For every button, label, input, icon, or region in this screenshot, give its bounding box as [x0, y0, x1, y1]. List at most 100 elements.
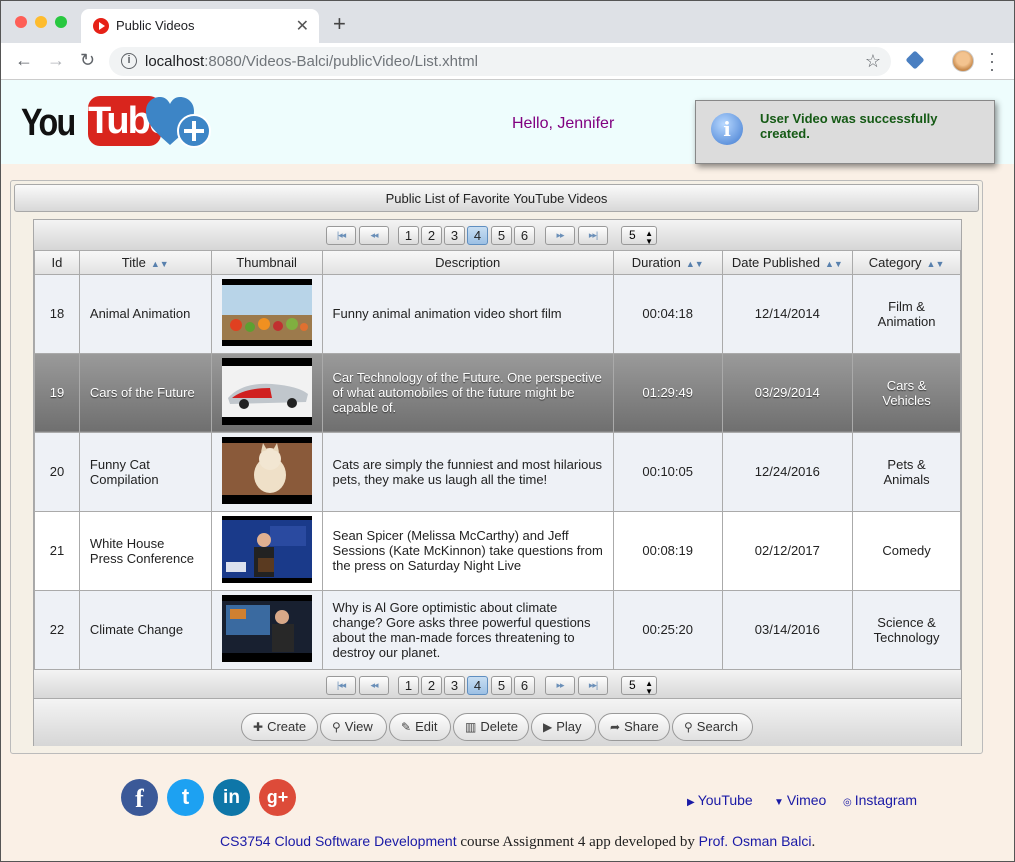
cell-thumbnail — [210, 510, 323, 591]
first-page-button[interactable]: |◂◂ — [326, 676, 356, 695]
linkedin-icon[interactable]: in — [213, 779, 250, 816]
cell-title: Cars of the Future — [78, 352, 212, 433]
cell-id: 21 — [34, 510, 80, 591]
cell-category: Comedy — [852, 510, 961, 591]
close-window-button[interactable] — [15, 16, 27, 28]
site-info-icon[interactable]: i — [121, 53, 137, 69]
delete-button[interactable]: ▥ Delete — [453, 713, 529, 741]
edit-button[interactable]: ✎ Edit — [389, 713, 451, 741]
cell-category: Film & Animation — [852, 273, 961, 354]
page-button[interactable]: 5 — [491, 226, 512, 245]
page-button[interactable]: 3 — [444, 226, 465, 245]
page-button-active[interactable]: 4 — [467, 676, 488, 695]
youtube-link[interactable]: ▶ YouTube — [687, 792, 753, 808]
browser-menu-icon[interactable]: · · · — [989, 44, 995, 78]
column-header-id[interactable]: Id — [34, 251, 80, 275]
cell-title: White House Press Conference — [78, 510, 212, 591]
funny-cat-thumbnail[interactable] — [221, 436, 312, 504]
play-button[interactable]: ▶ Play — [531, 713, 596, 741]
next-page-button[interactable]: ▸▸ — [545, 676, 575, 695]
instagram-icon: ◎ — [843, 797, 852, 808]
prev-page-button[interactable]: ◂◂ — [359, 226, 389, 245]
greeting-text: Hello, Jennifer — [512, 115, 615, 132]
back-arrow-icon[interactable]: ← — [15, 50, 33, 71]
paginator-bottom: |◂◂ ◂◂ 1 2 3 4 5 6 ▸▸ ▸▸| 5 ▲ ▼ — [34, 669, 961, 700]
close-tab-icon[interactable]: ✕ — [296, 16, 309, 36]
cell-id: 18 — [34, 273, 80, 354]
page-button[interactable]: 6 — [514, 676, 535, 695]
page-button[interactable]: 2 — [421, 676, 442, 695]
bookmark-star-icon[interactable]: ☆ — [865, 51, 881, 72]
minimize-window-button[interactable] — [35, 16, 47, 28]
climate-change-thumbnail[interactable] — [221, 594, 312, 662]
column-header-thumbnail: Thumbnail — [210, 251, 323, 275]
table-row-selected[interactable]: 19 Cars of the Future Car Technology of … — [34, 352, 961, 433]
google-plus-icon[interactable]: g+ — [259, 779, 296, 816]
cars-future-thumbnail[interactable] — [221, 357, 312, 425]
cell-description: Why is Al Gore optimistic about climate … — [321, 589, 614, 670]
page-button[interactable]: 1 — [398, 226, 419, 245]
page-button[interactable]: 2 — [421, 226, 442, 245]
paginator-top: |◂◂ ◂◂ 1 2 3 4 5 6 ▸▸ ▸▸| 5 ▲ ▼ — [34, 220, 961, 251]
cell-category: Science & Technology — [852, 589, 961, 670]
rows-per-page-select[interactable]: 5 ▲ ▼ — [621, 676, 657, 696]
profile-avatar[interactable] — [952, 50, 974, 72]
address-bar[interactable]: i localhost:8080/Videos-Balci/publicVide… — [109, 47, 891, 76]
cell-description: Cats are simply the funniest and most hi… — [321, 431, 614, 512]
view-button[interactable]: ⚲ View — [320, 713, 387, 741]
column-header-date-published[interactable]: Date Published ▲▼ — [721, 251, 854, 275]
cell-thumbnail — [210, 431, 323, 512]
table-row[interactable]: 21 White House Press Conference Sean Spi… — [34, 510, 961, 591]
create-button[interactable]: ✚ Create — [241, 713, 318, 741]
cell-thumbnail — [210, 273, 323, 354]
first-page-button[interactable]: |◂◂ — [326, 226, 356, 245]
growl-notification[interactable]: i User Video was successfully created. — [695, 100, 995, 164]
cell-duration: 00:08:19 — [612, 510, 723, 591]
cell-title: Animal Animation — [78, 273, 212, 354]
page-button[interactable]: 3 — [444, 676, 465, 695]
new-tab-button[interactable]: + — [333, 11, 346, 37]
press-conference-thumbnail[interactable] — [221, 515, 312, 583]
last-page-button[interactable]: ▸▸| — [578, 226, 608, 245]
cell-duration: 01:29:49 — [612, 352, 723, 433]
page-button[interactable]: 1 — [398, 676, 419, 695]
last-page-button[interactable]: ▸▸| — [578, 676, 608, 695]
search-icon: ⚲ — [332, 720, 341, 734]
author-link[interactable]: Prof. Osman Balci — [699, 833, 812, 849]
zoom-window-button[interactable] — [55, 16, 67, 28]
search-button[interactable]: ⚲ Search — [672, 713, 753, 741]
favorite-heart-plus-icon — [146, 97, 211, 148]
forward-arrow-icon[interactable]: → — [47, 50, 65, 71]
table-row[interactable]: 22 Climate Change Why is Al Gore optimis… — [34, 589, 961, 670]
cell-duration: 00:10:05 — [612, 431, 723, 512]
plus-icon: ✚ — [253, 720, 264, 734]
prev-page-button[interactable]: ◂◂ — [359, 676, 389, 695]
extension-cube-icon[interactable] — [905, 50, 925, 70]
column-header-title[interactable]: Title ▲▼ — [78, 251, 212, 275]
instagram-link[interactable]: ◎ Instagram — [843, 792, 917, 808]
course-link[interactable]: CS3754 Cloud Software Development — [220, 833, 457, 849]
animal-animation-thumbnail[interactable] — [221, 278, 312, 346]
table-row[interactable]: 18 Animal Animation Funny animal animati… — [34, 273, 961, 354]
browser-toolbar: ← → ↻ i localhost:8080/Videos-Balci/publ… — [1, 43, 1014, 80]
page-button[interactable]: 6 — [514, 226, 535, 245]
panel-title: Public List of Favorite YouTube Videos — [14, 184, 979, 212]
share-button[interactable]: ➦ Share — [598, 713, 670, 741]
table-row[interactable]: 20 Funny Cat Compilation Cats are simply… — [34, 431, 961, 512]
facebook-icon[interactable]: f — [121, 779, 158, 816]
sort-icon: ▲▼ — [825, 258, 843, 269]
next-page-button[interactable]: ▸▸ — [545, 226, 575, 245]
cell-title: Climate Change — [78, 589, 212, 670]
page-button[interactable]: 5 — [491, 676, 512, 695]
cell-description: Sean Spicer (Melissa McCarthy) and Jeff … — [321, 510, 614, 591]
action-toolbar: ✚ Create ⚲ View ✎ Edit ▥ Delete ▶ Play ➦ Share… — [34, 698, 961, 746]
page-button-active[interactable]: 4 — [467, 226, 488, 245]
column-header-category[interactable]: Category ▲▼ — [852, 251, 961, 275]
twitter-icon[interactable]: t — [167, 779, 204, 816]
youtube-favicon-icon — [93, 18, 109, 34]
column-header-duration[interactable]: Duration ▲▼ — [612, 251, 723, 275]
vimeo-link[interactable]: ▼ Vimeo — [774, 792, 826, 808]
rows-per-page-select[interactable]: 5 ▲ ▼ — [621, 226, 657, 246]
browser-tab[interactable]: Public Videos ✕ — [81, 9, 319, 43]
reload-icon[interactable]: ↻ — [80, 50, 95, 71]
